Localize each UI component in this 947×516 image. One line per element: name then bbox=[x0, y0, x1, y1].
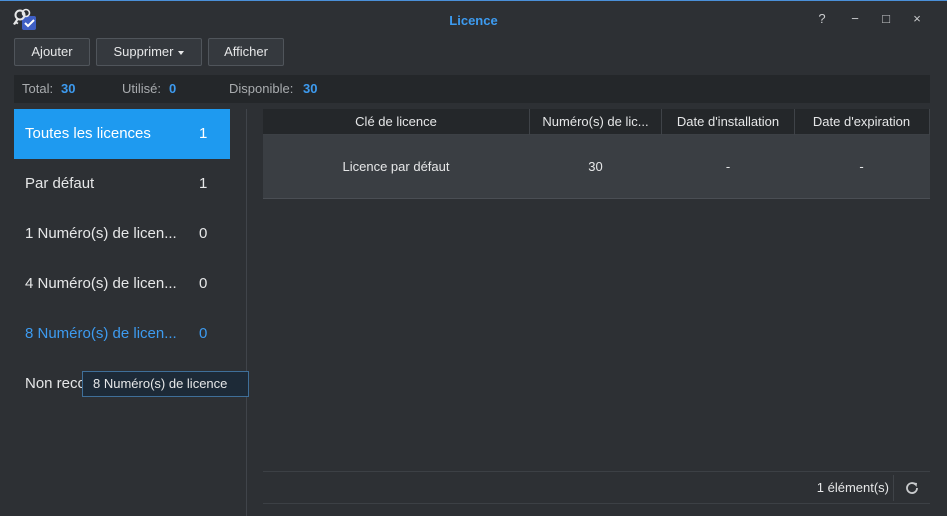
category-list: Toutes les licences 1 Par défaut 1 1 Num… bbox=[14, 109, 232, 516]
category-count: 1 bbox=[199, 175, 208, 192]
title-bar: Licence ? − □ × bbox=[0, 1, 947, 37]
category-label: Toutes les licences bbox=[25, 125, 151, 142]
cell-install-date: - bbox=[725, 159, 731, 174]
column-header-install-date[interactable]: Date d'installation bbox=[662, 109, 794, 135]
available-value: 30 bbox=[303, 81, 318, 96]
refresh-icon[interactable] bbox=[904, 480, 920, 496]
category-item-4-license[interactable]: 4 Numéro(s) de licen... 0 bbox=[14, 259, 230, 309]
minimize-icon: − bbox=[851, 11, 859, 26]
footer-divider bbox=[893, 475, 894, 501]
category-label: Par défaut bbox=[25, 175, 95, 192]
table-header: Clé de licence Numéro(s) de lic... Date … bbox=[263, 109, 930, 135]
pane-divider[interactable] bbox=[246, 109, 247, 516]
item-count: 1 élément(s) bbox=[816, 480, 889, 495]
category-item-default[interactable]: Par défaut 1 bbox=[14, 159, 230, 209]
licence-window: Licence ? − □ × Ajouter Supprimer Affich… bbox=[0, 0, 947, 516]
license-stats-bar: Total: 30 Utilisé: 0 Disponible: 30 bbox=[14, 75, 930, 103]
help-button[interactable]: ? bbox=[813, 10, 831, 28]
maximize-button[interactable]: □ bbox=[877, 10, 895, 28]
category-item-all[interactable]: Toutes les licences 1 bbox=[14, 109, 230, 159]
column-header-license-number[interactable]: Numéro(s) de lic... bbox=[530, 109, 661, 135]
cell-license-key: Licence par défaut bbox=[342, 159, 450, 174]
category-item-1-license[interactable]: 1 Numéro(s) de licen... 0 bbox=[14, 209, 230, 259]
used-value: 0 bbox=[169, 81, 177, 96]
available-label: Disponible: bbox=[229, 81, 294, 96]
delete-label: Supprimer bbox=[113, 44, 174, 59]
total-value: 30 bbox=[61, 81, 76, 96]
category-label: 4 Numéro(s) de licen... bbox=[25, 275, 177, 292]
category-label: Non reco bbox=[25, 375, 86, 392]
category-count: 0 bbox=[199, 225, 208, 242]
minimize-button[interactable]: − bbox=[846, 10, 864, 28]
category-count: 0 bbox=[199, 325, 208, 342]
delete-dropdown-button[interactable]: Supprimer bbox=[96, 38, 202, 66]
maximize-icon: □ bbox=[882, 11, 890, 26]
category-tooltip: 8 Numéro(s) de licence bbox=[82, 371, 249, 397]
help-icon: ? bbox=[818, 11, 826, 26]
add-button[interactable]: Ajouter bbox=[14, 38, 90, 66]
close-button[interactable]: × bbox=[908, 10, 926, 28]
column-resizer[interactable] bbox=[929, 109, 930, 135]
view-button[interactable]: Afficher bbox=[208, 38, 284, 66]
category-item-8-license[interactable]: 8 Numéro(s) de licen... 0 bbox=[14, 309, 230, 359]
column-header-expiration-date[interactable]: Date d'expiration bbox=[795, 109, 928, 135]
close-icon: × bbox=[913, 11, 921, 26]
total-label: Total: bbox=[22, 81, 54, 96]
table-footer: 1 élément(s) bbox=[263, 471, 930, 504]
cell-license-number: 30 bbox=[588, 159, 603, 174]
category-label: 1 Numéro(s) de licen... bbox=[25, 225, 177, 242]
chevron-down-icon bbox=[178, 50, 185, 55]
category-label: 8 Numéro(s) de licen... bbox=[25, 325, 177, 342]
window-title: Licence bbox=[449, 13, 498, 28]
cell-expiration-date: - bbox=[859, 159, 864, 174]
category-count: 0 bbox=[199, 275, 208, 292]
used-label: Utilisé: bbox=[122, 81, 162, 96]
category-count: 1 bbox=[199, 125, 208, 142]
column-header-license-key[interactable]: Clé de licence bbox=[263, 109, 529, 135]
table-row[interactable]: Licence par défaut 30 - - bbox=[263, 135, 930, 199]
